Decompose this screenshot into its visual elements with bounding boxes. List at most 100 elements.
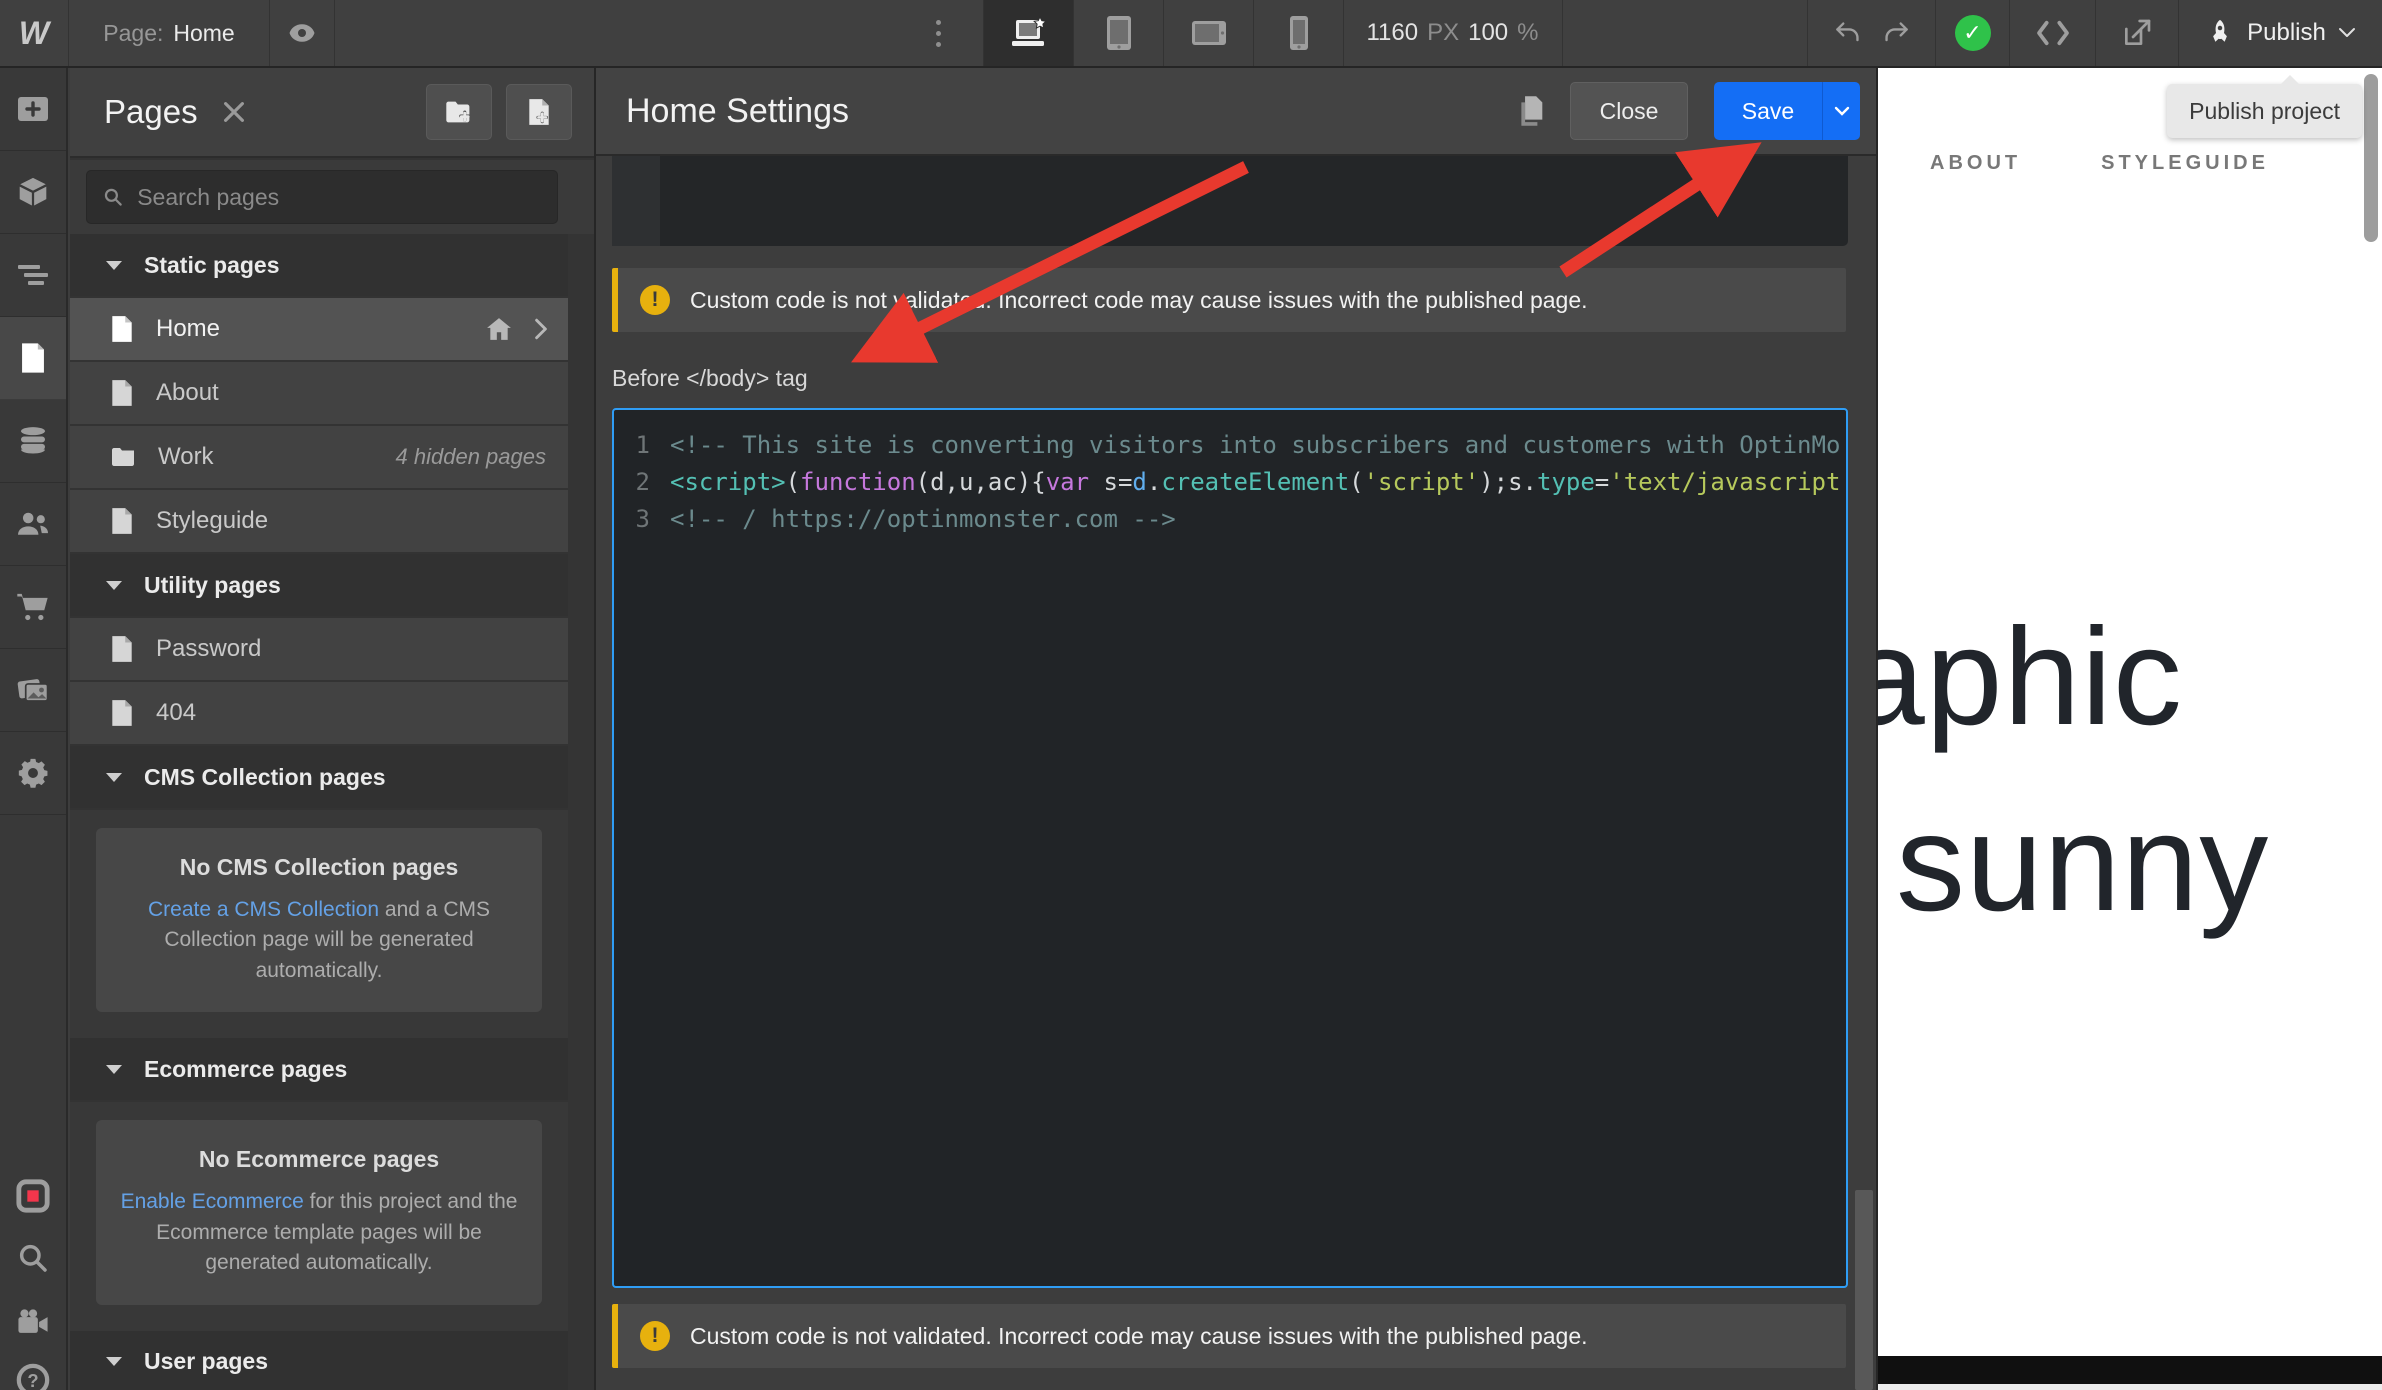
top-bar: W Page: Home 1160 PX 100 % ✓ Publish xyxy=(0,0,2382,68)
search-pages-input[interactable] xyxy=(135,182,541,212)
canvas-width-unit: PX xyxy=(1427,19,1460,46)
hero-heading-line-1[interactable]: aphic xyxy=(1878,608,2183,746)
chevron-right-icon[interactable] xyxy=(534,318,548,340)
webflow-logo-glyph: W xyxy=(18,14,50,51)
preview-toggle[interactable] xyxy=(270,0,335,66)
export-code-button[interactable] xyxy=(2009,0,2095,66)
components-cube-icon xyxy=(19,177,47,206)
search-pages-field[interactable] xyxy=(86,170,558,224)
breakpoint-desktop-button[interactable] xyxy=(983,0,1074,66)
breakpoint-phone-button[interactable] xyxy=(1253,0,1344,66)
canvas-width-value[interactable]: 1160 xyxy=(1366,19,1418,47)
code-line[interactable]: 1 <!-- This site is converting visitors i… xyxy=(614,426,1846,463)
canvas-section-dark[interactable] xyxy=(1878,1356,2382,1384)
close-button[interactable]: Close xyxy=(1570,82,1688,140)
pages-button[interactable] xyxy=(0,317,66,400)
assets-images-icon xyxy=(17,679,49,702)
code-line[interactable]: 2 <script>(function(d,u,ac){var s=d.creat… xyxy=(614,463,1846,500)
hero-heading-line-2[interactable]: sunny xyxy=(1896,794,2269,932)
video-camera-icon xyxy=(18,1309,48,1333)
settings-scrollbar-thumb[interactable] xyxy=(1855,1190,1873,1390)
settings-header: Home Settings Close Save xyxy=(596,68,1876,156)
navigator-button[interactable] xyxy=(0,234,66,317)
header-code-editor-partial[interactable] xyxy=(612,156,1848,246)
page-item-404[interactable]: 404 xyxy=(70,682,568,744)
custom-code-editor[interactable]: 1 <!-- This site is converting visitors i… xyxy=(612,408,1848,1288)
ecommerce-button[interactable] xyxy=(0,566,66,649)
search-button[interactable] xyxy=(0,1228,66,1288)
nav-link-about[interactable]: ABOUT xyxy=(1930,152,2021,175)
folder-item-work[interactable]: Work 4 hidden pages xyxy=(70,426,568,488)
publish-tooltip: Publish project xyxy=(2167,75,2362,138)
pages-search-row xyxy=(70,160,594,234)
chevron-down-icon xyxy=(2338,28,2355,37)
ecommerce-empty-box: No Ecommerce pages Enable Ecommerce for … xyxy=(96,1120,542,1305)
section-label: CMS Collection pages xyxy=(144,763,386,790)
gear-icon xyxy=(18,758,48,788)
recorder-button[interactable] xyxy=(0,1166,66,1226)
before-body-tag-label: Before </body> tag xyxy=(612,365,808,391)
code-brackets-icon xyxy=(2036,20,2069,46)
pages-scroll-gutter[interactable] xyxy=(568,234,594,1390)
canvas-scrollbar-thumb[interactable] xyxy=(2364,74,2378,242)
settings-button[interactable] xyxy=(0,732,66,815)
new-folder-button[interactable] xyxy=(426,84,492,140)
folder-icon xyxy=(112,448,134,466)
desktop-star-icon xyxy=(1011,16,1047,46)
redo-icon[interactable] xyxy=(1881,20,1911,46)
section-cms-pages[interactable]: CMS Collection pages xyxy=(70,746,568,808)
video-button[interactable] xyxy=(0,1292,66,1352)
section-label: Ecommerce pages xyxy=(144,1055,348,1082)
section-label: User pages xyxy=(144,1348,269,1375)
section-utility-pages[interactable]: Utility pages xyxy=(70,554,568,616)
navigator-icon xyxy=(18,265,48,285)
page-selector[interactable]: Page: Home xyxy=(69,0,270,66)
undo-icon[interactable] xyxy=(1833,20,1863,46)
dot xyxy=(935,30,941,36)
page-item-styleguide[interactable]: Styleguide xyxy=(70,490,568,552)
new-page-button[interactable] xyxy=(506,84,572,140)
warning-text: Custom code is not validated. Incorrect … xyxy=(690,1322,1588,1349)
more-menu-button[interactable] xyxy=(918,0,958,66)
components-button[interactable] xyxy=(0,151,66,234)
duplicate-page-icon[interactable] xyxy=(1516,95,1544,127)
breakpoint-tablet-button[interactable] xyxy=(1073,0,1164,66)
section-ecommerce-pages[interactable]: Ecommerce pages xyxy=(70,1038,568,1101)
cms-empty-state: No CMS Collection pages Create a CMS Col… xyxy=(70,810,568,1039)
section-user-pages[interactable]: User pages xyxy=(70,1330,568,1390)
section-static-pages[interactable]: Static pages xyxy=(70,234,568,296)
code-line[interactable]: 3 <!-- / https://optinmonster.com --> xyxy=(614,500,1846,537)
nav-link-styleguide[interactable]: STYLEGUIDE xyxy=(2101,152,2269,175)
save-dropdown-button[interactable] xyxy=(1822,82,1860,140)
zoom-value[interactable]: 100 xyxy=(1468,19,1508,47)
cms-button[interactable] xyxy=(0,400,66,483)
create-cms-collection-link[interactable]: Create a CMS Collection xyxy=(148,898,379,921)
saved-check-icon: ✓ xyxy=(1954,15,1991,51)
hidden-pages-count: 4 hidden pages xyxy=(395,444,546,469)
breakpoint-tablet-landscape-button[interactable] xyxy=(1163,0,1254,66)
canvas-size-controls[interactable]: 1160 PX 100 % xyxy=(1343,0,1563,66)
share-button[interactable] xyxy=(2095,0,2178,66)
publish-button[interactable]: Publish xyxy=(2178,0,2382,66)
page-item-about[interactable]: About xyxy=(70,362,568,424)
assets-button[interactable] xyxy=(0,649,66,732)
add-elements-icon xyxy=(18,97,48,121)
webflow-logo[interactable]: W xyxy=(0,0,69,66)
enable-ecommerce-link[interactable]: Enable Ecommerce xyxy=(121,1190,304,1213)
folder-item-label: Work xyxy=(158,443,214,470)
search-icon xyxy=(104,188,122,206)
close-panel-icon[interactable] xyxy=(222,100,246,124)
cart-icon xyxy=(17,593,48,621)
left-toolbar: ? xyxy=(0,68,68,1390)
page-file-icon xyxy=(112,316,132,342)
save-button[interactable]: Save xyxy=(1714,82,1860,140)
add-elements-button[interactable] xyxy=(0,68,66,151)
code-lines: 1 <!-- This site is converting visitors i… xyxy=(614,426,1846,537)
page-item-home[interactable]: Home xyxy=(70,298,568,360)
canvas-section-light xyxy=(1878,1384,2382,1390)
page-item-label: 404 xyxy=(156,699,197,726)
page-item-password[interactable]: Password xyxy=(70,618,568,680)
page-file-icon xyxy=(112,508,132,534)
users-button[interactable] xyxy=(0,483,66,566)
help-button[interactable]: ? xyxy=(0,1350,66,1390)
